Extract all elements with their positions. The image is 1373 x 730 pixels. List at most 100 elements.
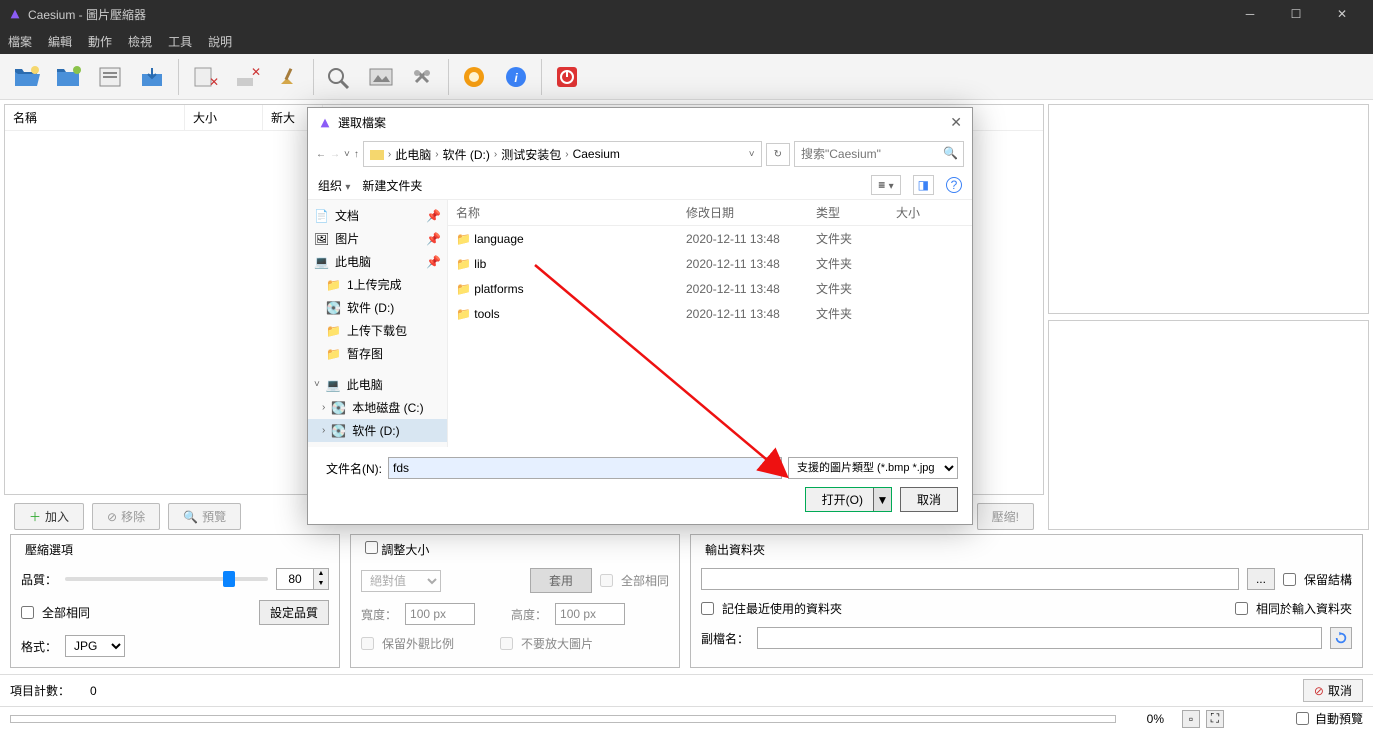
search-input[interactable] — [794, 141, 964, 167]
suffix-input[interactable] — [757, 627, 1322, 649]
clear-icon[interactable] — [269, 58, 307, 96]
close-button[interactable]: ✕ — [1319, 0, 1365, 28]
add-button[interactable]: ＋加入 — [14, 503, 84, 530]
option-panels: 壓縮選項 品質： ▲▼ 全部相同 設定品質 格式： JPG 調整大小 絕對值 — [0, 534, 1373, 674]
remove-button[interactable]: ⊘移除 — [92, 503, 160, 530]
export-icon[interactable]: ✕ — [227, 58, 265, 96]
resize-allsame-label: 全部相同 — [621, 572, 669, 589]
exit-fit-icon[interactable]: ⛶ — [1206, 710, 1224, 728]
remember-checkbox[interactable] — [701, 602, 714, 615]
info-icon[interactable]: i — [497, 58, 535, 96]
all-same-label: 全部相同 — [42, 604, 90, 621]
open-button[interactable]: 打开(O)▼ — [805, 487, 892, 512]
file-dialog: 選取檔案 ✕ ← → ˅ ↑ › 此电脑› 软件 (D:)› 测试安装包› Ca… — [307, 107, 973, 525]
file-row: 📁 lib2020-12-11 13:48文件夹 — [448, 251, 972, 276]
open-file-icon[interactable] — [8, 58, 46, 96]
preview-compressed — [1048, 320, 1369, 530]
dialog-file-list[interactable]: 名称 修改日期 类型 大小 📁 language2020-12-11 13:48… — [448, 200, 972, 447]
quality-spin[interactable]: ▲▼ — [276, 568, 329, 590]
help-icon[interactable]: ? — [946, 177, 962, 193]
width-input[interactable] — [405, 603, 475, 625]
status-bar: 項目計數： 0 ⊘取消 — [0, 674, 1373, 706]
toolbar: ✕ ✕ i — [0, 54, 1373, 100]
settings-icon[interactable] — [404, 58, 442, 96]
preview-button[interactable]: 🔍預覽 — [168, 503, 241, 530]
zoom-icon[interactable] — [320, 58, 358, 96]
resize-allsame-checkbox[interactable] — [600, 574, 613, 587]
import-icon[interactable] — [134, 58, 172, 96]
view-mode-icon[interactable]: ≡ ▾ — [871, 175, 900, 195]
count-value: 0 — [90, 684, 97, 698]
filename-label: 文件名(N): — [322, 460, 382, 477]
menubar: 檔案 編輯 動作 檢視 工具 說明 — [0, 28, 1373, 54]
open-dropdown-icon[interactable]: ▼ — [873, 488, 891, 511]
col-name[interactable]: 名稱 — [5, 105, 185, 130]
nav-back-icon[interactable]: ← — [316, 149, 326, 160]
preview-original — [1048, 104, 1369, 314]
no-enlarge-label: 不要放大圖片 — [521, 635, 593, 652]
dialog-close-icon[interactable]: ✕ — [950, 114, 962, 131]
quality-slider[interactable] — [65, 577, 268, 581]
filename-input[interactable] — [388, 457, 782, 479]
svg-text:✕: ✕ — [251, 65, 261, 79]
dialog-tree[interactable]: 📄文档📌 🖼图片📌 💻此电脑📌 📁1上传完成 💽软件 (D:) 📁上传下载包 📁… — [308, 200, 448, 447]
menu-view[interactable]: 檢視 — [128, 33, 152, 50]
organize-menu[interactable]: 组织 ▾ — [318, 177, 350, 194]
set-quality-button[interactable]: 設定品質 — [259, 600, 329, 625]
menu-file[interactable]: 檔案 — [8, 33, 32, 50]
format-label: 格式： — [21, 638, 57, 655]
browse-button[interactable]: ... — [1247, 568, 1275, 590]
newfolder-button[interactable]: 新建文件夹 — [362, 177, 422, 194]
titlebar: Caesium - 圖片壓縮器 ─ ☐ ✕ — [0, 0, 1373, 28]
app-icon — [8, 7, 22, 21]
resize-title: 調整大小 — [381, 543, 429, 557]
quality-value[interactable] — [276, 568, 314, 590]
window-title: Caesium - 圖片壓縮器 — [28, 6, 146, 23]
keep-structure-checkbox[interactable] — [1283, 573, 1296, 586]
nav-up-icon[interactable]: ↑ — [354, 149, 359, 160]
remove-item-icon[interactable]: ✕ — [185, 58, 223, 96]
compress-button[interactable]: 壓缩! — [977, 503, 1034, 530]
height-label: 高度： — [511, 606, 547, 623]
menu-action[interactable]: 動作 — [88, 33, 112, 50]
nav-dropdown-icon[interactable]: ˅ — [344, 149, 350, 160]
format-select[interactable]: JPG — [65, 635, 125, 657]
menu-help[interactable]: 說明 — [208, 33, 232, 50]
search-icon[interactable]: 🔍 — [943, 146, 958, 160]
keep-ratio-checkbox[interactable] — [361, 637, 374, 650]
preview-pane-icon[interactable]: ◨ — [913, 175, 934, 195]
auto-preview-checkbox[interactable] — [1296, 712, 1309, 725]
fit-icon[interactable]: ▫ — [1182, 710, 1200, 728]
progress-percent: 0% — [1124, 712, 1164, 726]
add-list-icon[interactable] — [92, 58, 130, 96]
minimize-button[interactable]: ─ — [1227, 0, 1273, 28]
all-same-checkbox[interactable] — [21, 606, 34, 619]
breadcrumb[interactable]: › 此电脑› 软件 (D:)› 测试安装包› Caesium ˅ — [363, 141, 762, 167]
resize-enable-checkbox[interactable] — [365, 541, 378, 554]
menu-tools[interactable]: 工具 — [168, 33, 192, 50]
resize-apply-button[interactable]: 套用 — [530, 568, 592, 593]
refresh-nav-icon[interactable]: ↻ — [766, 143, 790, 166]
dialog-cancel-button[interactable]: 取消 — [900, 487, 958, 512]
same-as-input-label: 相同於輸入資料夾 — [1256, 600, 1352, 617]
output-path-input[interactable] — [701, 568, 1239, 590]
cancel-button[interactable]: ⊘取消 — [1303, 679, 1363, 702]
footer-bar: 0% ▫ ⛶ 自動預覽 — [0, 706, 1373, 730]
refresh-icon[interactable] — [1330, 627, 1352, 649]
filter-select[interactable]: 支援的圖片類型 (*.bmp *.jpg * — [788, 457, 958, 479]
power-icon[interactable] — [548, 58, 586, 96]
nav-fwd-icon[interactable]: → — [330, 149, 340, 160]
open-folder-icon[interactable] — [50, 58, 88, 96]
same-as-input-checkbox[interactable] — [1235, 602, 1248, 615]
maximize-button[interactable]: ☐ — [1273, 0, 1319, 28]
output-title: 輸出資料夾 — [701, 541, 1352, 558]
col-size[interactable]: 大小 — [185, 105, 263, 130]
file-row: 📁 language2020-12-11 13:48文件夹 — [448, 226, 972, 251]
image-icon[interactable] — [362, 58, 400, 96]
resize-mode-select[interactable]: 絕對值 — [361, 570, 441, 592]
width-label: 寬度： — [361, 606, 397, 623]
height-input[interactable] — [555, 603, 625, 625]
no-enlarge-checkbox[interactable] — [500, 637, 513, 650]
update-icon[interactable] — [455, 58, 493, 96]
menu-edit[interactable]: 編輯 — [48, 33, 72, 50]
